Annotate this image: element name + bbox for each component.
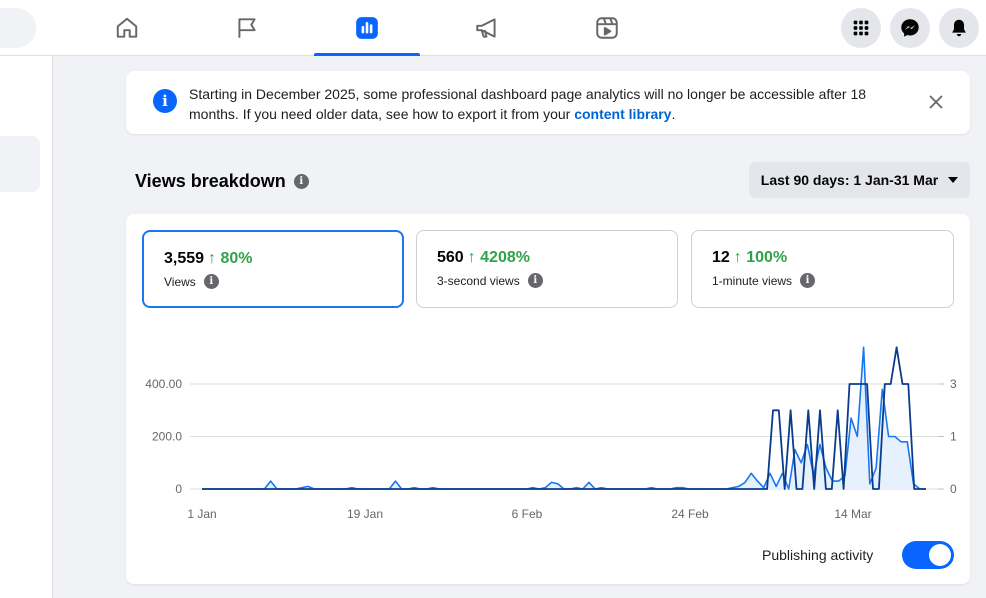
y-left-tick-label: 200.0: [152, 430, 182, 444]
caret-down-icon: [948, 177, 959, 183]
x-tick-label: 14 Mar: [834, 507, 871, 521]
search-field[interactable]: [0, 8, 36, 48]
flag-icon: [238, 18, 256, 38]
date-range-label: Last 90 days: 1 Jan-31 Mar: [760, 172, 939, 188]
metric-card-1-minute-views[interactable]: 12 ↑ 100% 1-minute views i: [691, 230, 954, 308]
pages-tab[interactable]: [194, 0, 300, 56]
x-tick-label: 1 Jan: [187, 507, 216, 521]
insights-icon: [356, 17, 378, 39]
insights-tab[interactable]: [314, 0, 420, 56]
left-sidebar: [0, 56, 53, 598]
y-right-tick-label: 0: [950, 482, 957, 496]
metric-change: ↑ 4208%: [467, 249, 530, 266]
top-navigation-bar: [0, 0, 986, 56]
data-retention-notice: i Starting in December 2025, some profes…: [126, 71, 970, 134]
series-area: [202, 347, 926, 489]
metric-value: 12 ↑ 100%: [712, 249, 787, 267]
sidebar-selected-item[interactable]: [0, 136, 40, 192]
metric-label-text: 3-second views: [437, 273, 520, 288]
y-left-tick-label: 0: [175, 482, 182, 496]
metric-card-3-second-views[interactable]: 560 ↑ 4208% 3-second views i: [416, 230, 678, 308]
metric-label: Views i: [164, 274, 219, 289]
content-library-link[interactable]: content library: [574, 106, 671, 122]
notifications-button[interactable]: [939, 8, 979, 48]
y-right-tick-label: 1: [950, 430, 957, 444]
metric-change: ↑ 100%: [733, 249, 788, 266]
metric-label: 1-minute views i: [712, 273, 816, 288]
publishing-activity-label: Publishing activity: [762, 547, 874, 563]
toggle-knob: [929, 544, 951, 566]
close-icon[interactable]: [926, 92, 946, 112]
metric-number: 560: [437, 249, 464, 266]
megaphone-icon: [476, 18, 496, 38]
metric-value: 3,559 ↑ 80%: [164, 250, 253, 268]
info-icon[interactable]: i: [527, 273, 543, 288]
notice-text: Starting in December 2025, some professi…: [189, 86, 867, 122]
publishing-activity-toggle[interactable]: [902, 541, 954, 569]
home-icon: [116, 17, 138, 38]
info-icon[interactable]: i: [203, 274, 219, 289]
notice-message: Starting in December 2025, some professi…: [189, 84, 919, 124]
info-icon[interactable]: i: [293, 174, 309, 189]
metric-label-text: Views: [164, 274, 196, 289]
reels-tab[interactable]: [554, 0, 660, 56]
notice-text-end: .: [671, 106, 676, 122]
grid-menu-icon: [853, 20, 869, 36]
views-card: 3,559 ↑ 80% Views i 560 ↑ 4208% 3-second v…: [126, 214, 970, 584]
y-left-tick-label: 400.00: [145, 377, 182, 391]
x-tick-label: 6 Feb: [512, 507, 543, 521]
metric-value: 560 ↑ 4208%: [437, 249, 530, 267]
metric-label: 3-second views i: [437, 273, 543, 288]
menu-button[interactable]: [841, 8, 881, 48]
metric-card-views[interactable]: 3,559 ↑ 80% Views i: [142, 230, 404, 308]
home-tab[interactable]: [74, 0, 180, 56]
views-breakdown-heading: Views breakdown i: [135, 171, 309, 192]
y-right-tick-label: 3: [950, 377, 957, 391]
messenger-button[interactable]: [890, 8, 930, 48]
info-icon[interactable]: i: [800, 273, 816, 288]
metric-change: ↑ 80%: [208, 250, 253, 267]
bell-icon: [952, 19, 966, 37]
info-icon: i: [153, 89, 177, 113]
reels-icon: [596, 17, 618, 39]
metric-number: 3,559: [164, 250, 205, 267]
ads-tab[interactable]: [434, 0, 540, 56]
messenger-icon: [901, 19, 919, 37]
metric-number: 12: [712, 249, 730, 266]
x-tick-label: 19 Jan: [347, 507, 383, 521]
section-title: Views breakdown: [135, 171, 286, 191]
date-range-dropdown[interactable]: Last 90 days: 1 Jan-31 Mar: [749, 162, 970, 198]
x-tick-label: 24 Feb: [671, 507, 709, 521]
views-line-chart: 0 200.0 400.00 0 1 3 1 Jan 19 Jan 6 Feb 24 Feb 14 …: [145, 346, 957, 521]
metric-label-text: 1-minute views: [712, 273, 793, 288]
